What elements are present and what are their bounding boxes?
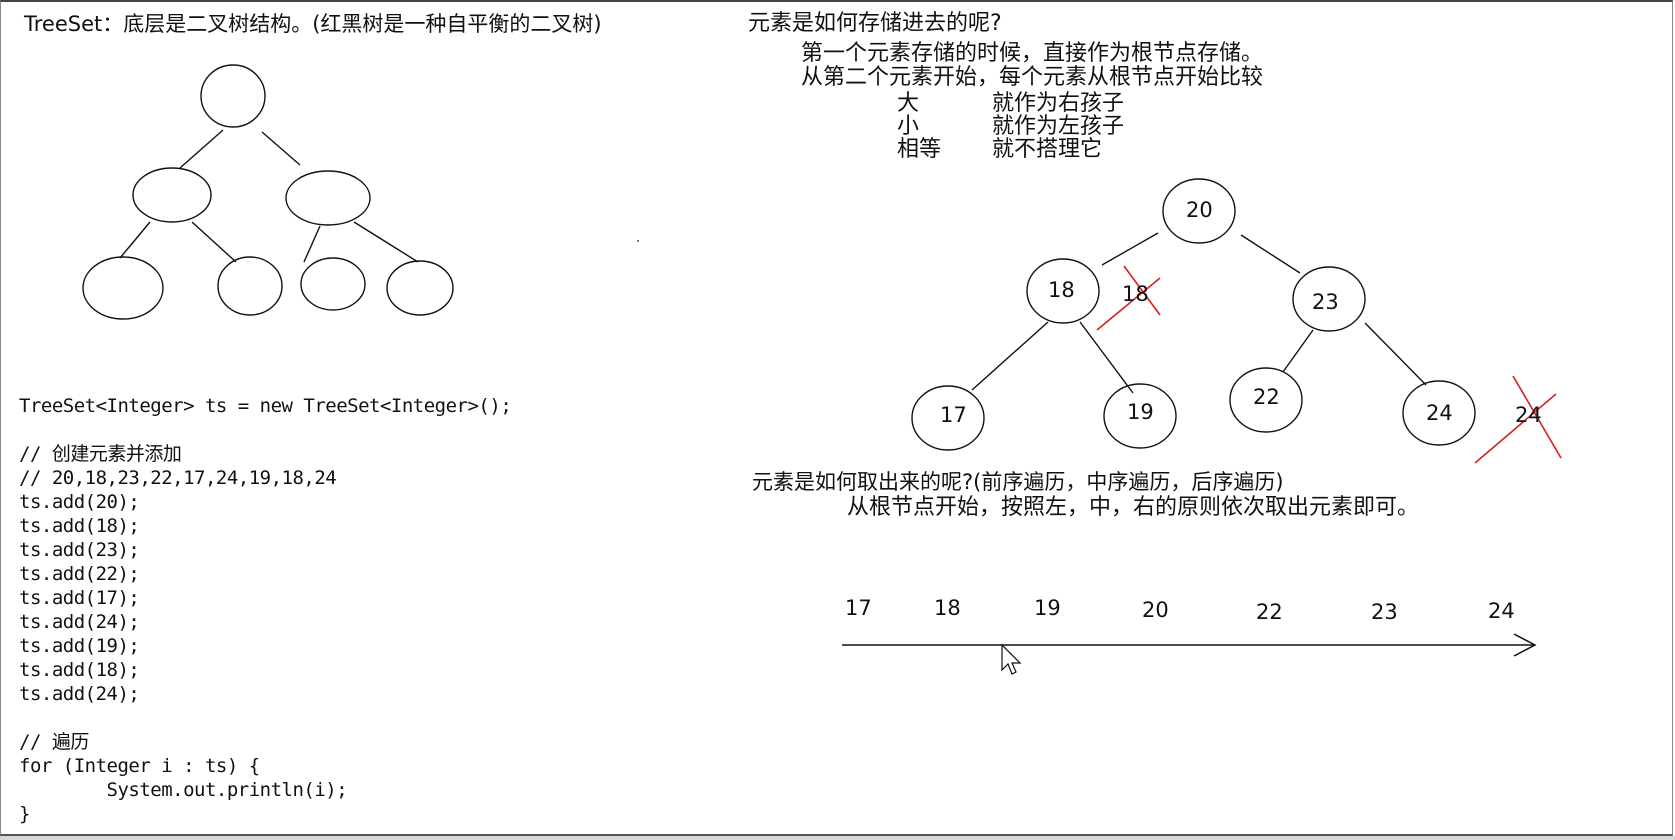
- rule-key-less: 小: [897, 114, 920, 139]
- generic-tree-node: [200, 64, 266, 128]
- tree-edge: [1101, 232, 1159, 266]
- generic-tree-edge: [303, 225, 321, 263]
- sequence-value: 17: [845, 596, 872, 620]
- tree-edge: [1282, 329, 1314, 373]
- generic-tree-edge: [191, 221, 237, 263]
- code-line: System.out.println(i);: [19, 779, 348, 801]
- traversal-arrow: [842, 633, 1537, 657]
- sequence-value: 24: [1488, 599, 1515, 623]
- rejected-24: 24: [1515, 403, 1542, 427]
- node-22: 22: [1253, 385, 1280, 409]
- generic-tree-node: [300, 257, 366, 311]
- code-line: ts.add(18);: [19, 515, 140, 537]
- generic-tree-edge: [119, 221, 151, 259]
- node-19: 19: [1127, 400, 1154, 424]
- sequence-value: 19: [1034, 596, 1061, 620]
- generic-tree-edge: [353, 221, 419, 263]
- rule-action-equal: 就不搭理它: [992, 137, 1103, 162]
- tree-edge: [1079, 321, 1134, 394]
- generic-binary-tree: [82, 64, 454, 320]
- generic-tree-node: [386, 260, 454, 316]
- generic-tree-node: [132, 167, 212, 223]
- code-line: for (Integer i : ts) {: [19, 755, 260, 777]
- code-block: TreeSet<Integer> ts = new TreeSet<Intege…: [19, 394, 512, 826]
- generic-tree-edge: [261, 131, 301, 166]
- node-root: 20: [1186, 198, 1213, 222]
- rule-key-greater: 大: [897, 91, 920, 116]
- code-line: }: [19, 803, 30, 825]
- code-line: ts.add(20);: [19, 491, 140, 513]
- code-line: ts.add(23);: [19, 539, 140, 561]
- store-rule-first: 第一个元素存储的时候，直接作为根节点存储。: [801, 41, 1264, 66]
- store-heading: 元素是如何存储进去的呢?: [748, 11, 1002, 36]
- store-rule-compare: 从第二个元素开始，每个元素从根节点开始比较: [801, 65, 1264, 90]
- node-23: 23: [1312, 290, 1339, 314]
- code-line: ts.add(17);: [19, 587, 140, 609]
- sequence-value: 20: [1142, 598, 1169, 622]
- node-18: 18: [1048, 278, 1075, 302]
- code-line: // 20,18,23,22,17,24,19,18,24: [19, 467, 337, 489]
- rejected-18: 18: [1122, 282, 1149, 306]
- sequence-value: 18: [934, 596, 961, 620]
- node-24: 24: [1426, 401, 1453, 425]
- code-line: // 遍历: [19, 731, 89, 753]
- code-line: ts.add(24);: [19, 683, 140, 705]
- retrieve-heading: 元素是如何取出来的呢?(前序遍历，中序遍历，后序遍历): [752, 470, 1284, 494]
- retrieve-rule: 从根节点开始，按照左，中，右的原则依次取出元素即可。: [847, 495, 1420, 520]
- rule-key-equal: 相等: [897, 137, 942, 162]
- rule-action-less: 就作为左孩子: [992, 114, 1125, 139]
- sequence-value: 23: [1371, 600, 1398, 624]
- code-line: // 创建元素并添加: [19, 443, 182, 465]
- generic-tree-edge: [179, 129, 224, 169]
- tree-edge: [1364, 322, 1427, 386]
- rule-action-greater: 就作为右孩子: [992, 91, 1125, 116]
- sequence-value: 22: [1256, 600, 1283, 624]
- code-line: ts.add(22);: [19, 563, 140, 585]
- code-line: ts.add(24);: [19, 611, 140, 633]
- stray-dot: [637, 240, 639, 242]
- code-line: ts.add(19);: [19, 635, 140, 657]
- generic-tree-node: [217, 256, 283, 316]
- tree-edge: [971, 321, 1049, 391]
- generic-tree-node: [82, 256, 164, 320]
- node-17: 17: [940, 403, 967, 427]
- generic-tree-node: [285, 170, 371, 226]
- mouse-cursor-icon: [1001, 643, 1022, 675]
- tree-edge: [1240, 234, 1301, 274]
- code-line: ts.add(18);: [19, 659, 140, 681]
- code-line: TreeSet<Integer> ts = new TreeSet<Intege…: [19, 395, 512, 417]
